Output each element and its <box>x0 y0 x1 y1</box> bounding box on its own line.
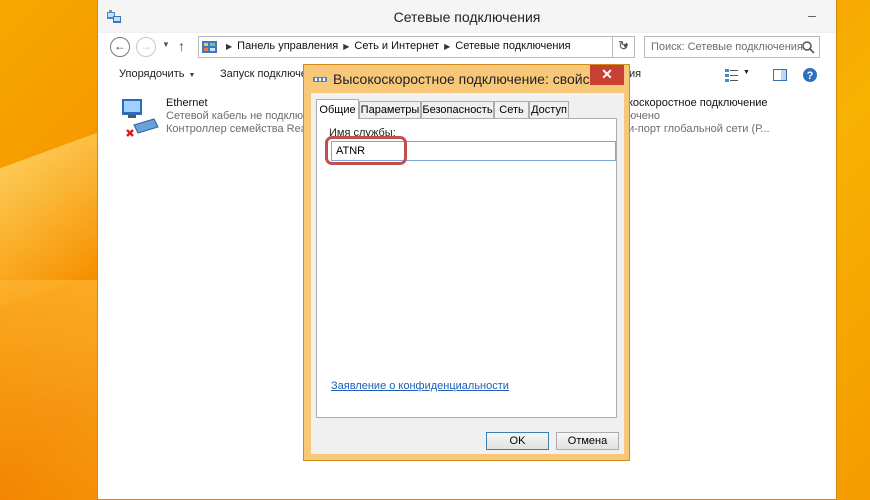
up-arrow-button[interactable]: ↑ <box>178 38 185 54</box>
connection-device: Контроллер семейства Realte <box>166 123 319 135</box>
help-icon[interactable]: ? <box>802 67 818 83</box>
tab-network[interactable]: Сеть <box>494 101 529 118</box>
connection-status: Сетевой кабель не подключ <box>166 110 309 122</box>
launch-connection-button[interactable]: Запуск подключе <box>220 68 307 80</box>
desktop-background-shape <box>0 280 100 500</box>
list-item-ethernet[interactable]: Ethernet Сетевой кабель не подключ Контр… <box>118 97 318 141</box>
breadcrumb-control-panel[interactable]: Панель управления <box>237 40 338 52</box>
connection-status: ючено <box>628 110 661 122</box>
privacy-statement-link[interactable]: Заявление о конфиденциальности <box>331 380 509 392</box>
cancel-button[interactable]: Отмена <box>556 432 619 450</box>
service-name-input[interactable] <box>331 141 616 161</box>
tab-panel-general: Имя службы: Заявление о конфиденциальнос… <box>316 118 617 418</box>
toolbar-item-partial[interactable]: ия <box>629 68 641 80</box>
tab-options[interactable]: Параметры <box>359 101 421 118</box>
breadcrumb-network-internet[interactable]: Сеть и Интернет <box>354 40 439 52</box>
window-title: Сетевые подключения <box>393 9 541 25</box>
minimize-button[interactable]: – <box>798 6 826 26</box>
breadcrumb-separator-icon: ▶ <box>444 42 451 51</box>
dialog-title: Высокоскоростное подключение: свойства <box>333 71 612 87</box>
service-name-label: Имя службы: <box>329 127 396 139</box>
refresh-button[interactable]: ↻ <box>612 36 634 58</box>
preview-pane-icon[interactable] <box>772 67 788 83</box>
chevron-down-icon: ▼ <box>188 72 196 79</box>
dialog-body: Общие Параметры Безопасность Сеть Доступ… <box>311 93 624 454</box>
connection-name: коскоростное подключение <box>628 97 768 109</box>
search-placeholder: Поиск: Сетевые подключения <box>651 41 803 53</box>
view-options-chevron-icon[interactable]: ▼ <box>743 69 750 76</box>
ok-button[interactable]: OK <box>486 432 549 450</box>
breadcrumb-separator-icon: ▶ <box>226 42 233 51</box>
explorer-titlebar: Сетевые подключения – <box>98 0 836 33</box>
change-view-icon[interactable] <box>724 67 740 83</box>
list-item-broadband[interactable]: коскоростное подключение ючено и-порт гл… <box>628 97 828 141</box>
breadcrumb-network-connections[interactable]: Сетевые подключения <box>455 40 570 52</box>
search-input[interactable]: Поиск: Сетевые подключения <box>644 36 820 58</box>
tab-general[interactable]: Общие <box>316 99 359 119</box>
breadcrumb-separator-icon: ▶ <box>343 42 350 51</box>
tab-security[interactable]: Безопасность <box>421 101 494 118</box>
close-button[interactable]: ✕ <box>590 65 624 85</box>
network-adapter-disconnected-icon <box>122 99 159 137</box>
connection-device: и-порт глобальной сети (Р... <box>628 123 770 135</box>
forward-button[interactable]: → <box>136 37 156 57</box>
organize-menu[interactable]: Упорядочить ▼ <box>119 68 195 80</box>
back-button[interactable]: ← <box>110 37 130 57</box>
dialog-titlebar[interactable]: Высокоскоростное подключение: свойства ✕ <box>304 65 629 93</box>
tab-sharing[interactable]: Доступ <box>529 101 569 118</box>
properties-dialog: Высокоскоростное подключение: свойства ✕… <box>303 64 630 461</box>
recent-locations-chevron-icon[interactable]: ▼ <box>162 40 170 49</box>
svg-text:?: ? <box>807 70 814 82</box>
broadband-connection-icon <box>313 77 327 82</box>
address-row: ← → ▼ ↑ ▶ Панель управления ▶ Сеть и Интерн… <box>98 33 836 61</box>
search-icon <box>802 41 815 54</box>
address-bar[interactable]: ▶ Панель управления ▶ Сеть и Интернет ▶ Сетев… <box>198 36 635 58</box>
control-panel-icon <box>202 41 217 53</box>
connection-name: Ethernet <box>166 97 208 109</box>
breadcrumb: ▶ Панель управления ▶ Сеть и Интернет ▶ Сетев… <box>221 40 571 52</box>
